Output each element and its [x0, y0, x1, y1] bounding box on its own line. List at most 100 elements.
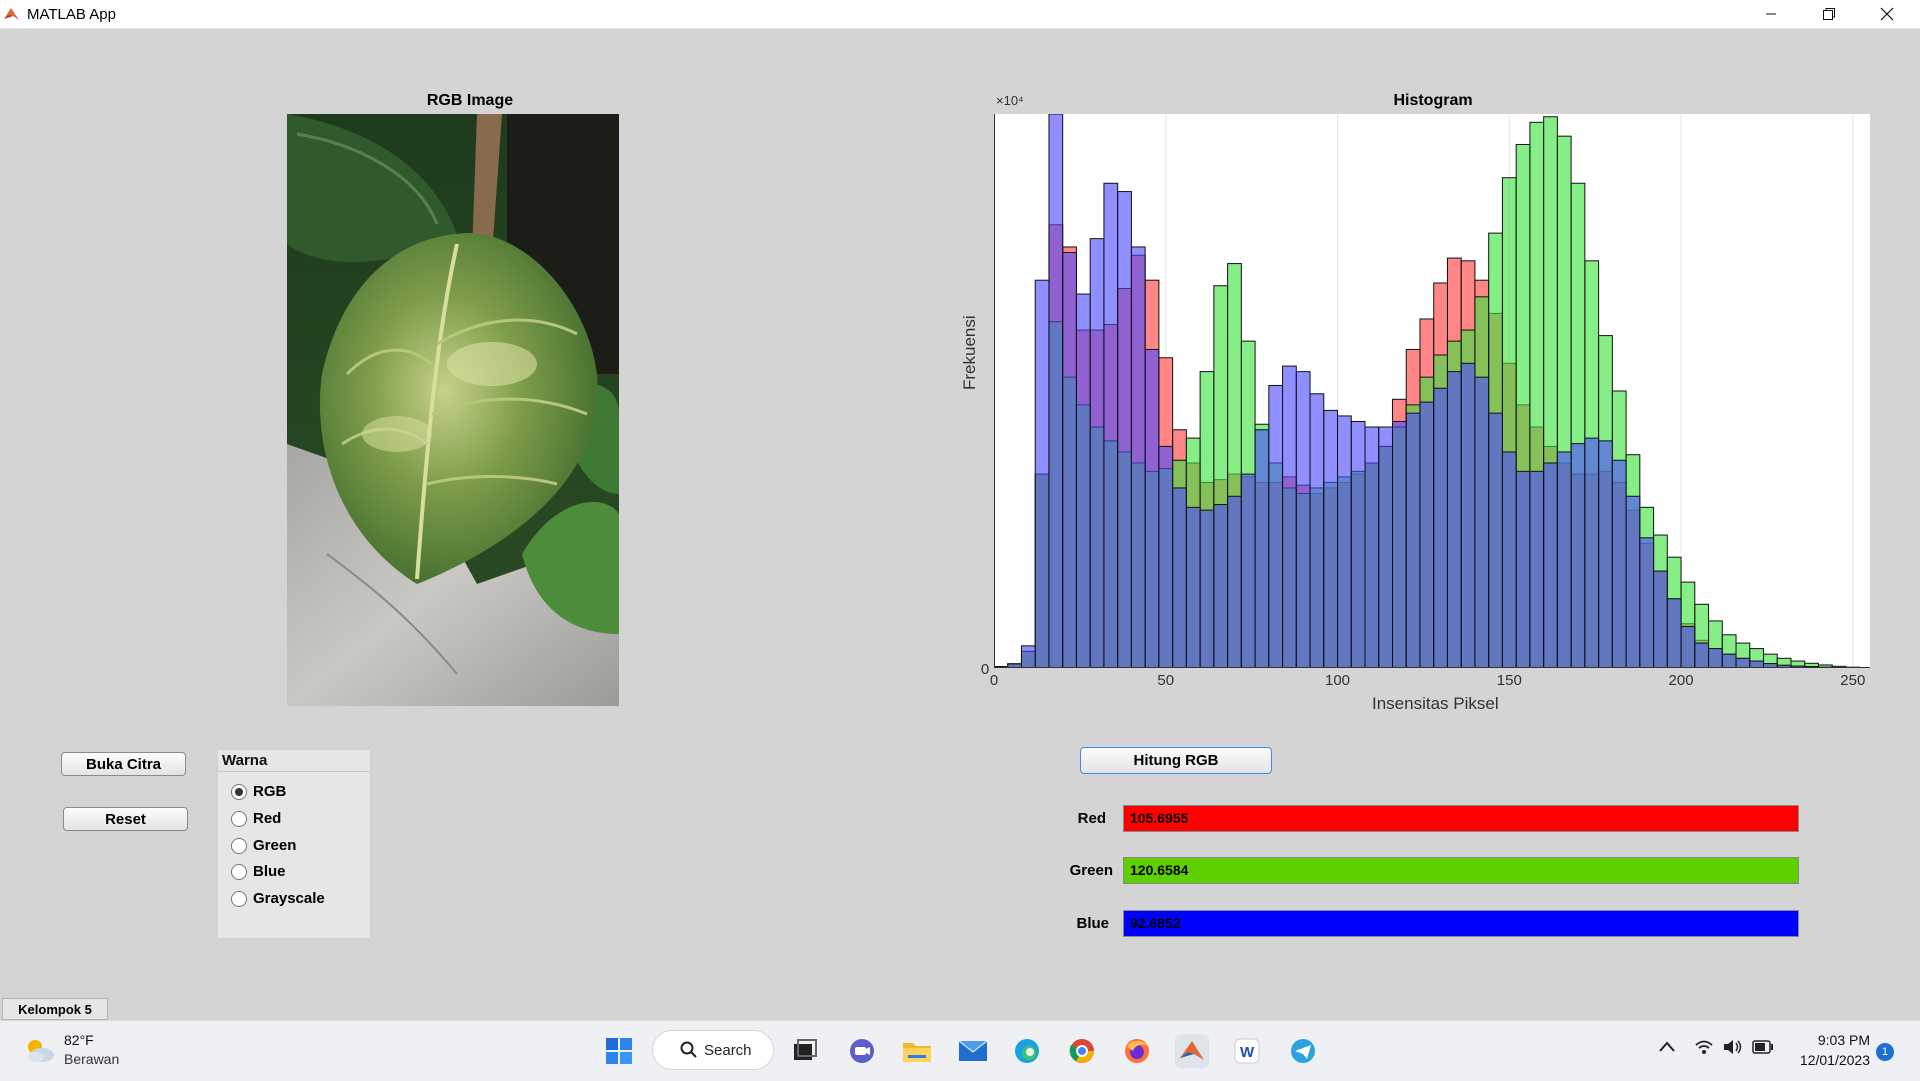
blue-value: 92.6852: [1130, 915, 1181, 931]
histogram-bar: [1626, 496, 1640, 668]
chat-button[interactable]: [845, 1034, 879, 1068]
histogram-bar: [1351, 421, 1365, 668]
matlab-icon: [1178, 1038, 1206, 1064]
histogram-bar: [1324, 410, 1338, 668]
close-icon: [1880, 7, 1894, 21]
compute-rgb-button[interactable]: Hitung RGB: [1080, 747, 1272, 774]
histogram-bar: [1722, 654, 1736, 668]
histogram-bar: [1186, 507, 1200, 668]
histogram-bar: [1420, 402, 1434, 668]
wifi-icon[interactable]: [1694, 1038, 1714, 1061]
red-label: Red: [1026, 810, 1106, 827]
rgb-image-title: RGB Image: [390, 92, 550, 110]
reset-button[interactable]: Reset: [63, 807, 188, 831]
histogram-bar: [1750, 661, 1764, 668]
histogram-bar: [1283, 366, 1297, 668]
x-tick-label: 50: [1157, 672, 1174, 689]
search-icon: [680, 1041, 698, 1059]
folder-icon: [902, 1038, 932, 1064]
histogram-bar: [1392, 421, 1406, 668]
radio-label: Green: [253, 837, 296, 854]
volume-icon[interactable]: [1722, 1038, 1744, 1061]
chrome-button[interactable]: [1065, 1034, 1099, 1068]
minimize-icon: [1765, 8, 1777, 20]
windows-icon: [605, 1037, 633, 1065]
restore-button[interactable]: [1800, 0, 1858, 28]
histogram-bar: [1530, 471, 1544, 668]
histogram-title: Histogram: [1338, 92, 1528, 110]
radio-grayscale[interactable]: Grayscale: [231, 890, 325, 907]
y-axis-label: Frekuensi: [960, 315, 980, 390]
x-axis-label: Insensitas Piksel: [1372, 694, 1499, 714]
matlab-taskbar-button[interactable]: [1175, 1034, 1209, 1068]
histogram-bar: [1090, 239, 1104, 668]
histogram-bar: [1214, 505, 1228, 668]
radio-label: RGB: [253, 783, 286, 800]
histogram-bar: [1406, 413, 1420, 668]
start-button[interactable]: [602, 1034, 636, 1068]
edge-button[interactable]: [1010, 1034, 1044, 1068]
green-value-bar: 120.6584: [1123, 857, 1799, 884]
histogram-bar: [1296, 372, 1310, 668]
histogram-bar: [1571, 444, 1585, 668]
app-w-button[interactable]: W: [1230, 1034, 1264, 1068]
histogram-bar: [1173, 488, 1187, 668]
histogram-bar: [1200, 510, 1214, 668]
histogram-bar: [1681, 626, 1695, 668]
open-image-button[interactable]: Buka Citra: [61, 752, 186, 776]
x-tick-label: 0: [990, 672, 998, 689]
chevron-up-icon[interactable]: [1658, 1039, 1676, 1058]
telegram-button[interactable]: [1286, 1034, 1320, 1068]
x-tick-label: 100: [1325, 672, 1350, 689]
telegram-icon: [1289, 1037, 1317, 1065]
histogram-bar: [1709, 649, 1723, 668]
y-tick-label: 0: [981, 661, 989, 678]
taskbar-search[interactable]: Search: [652, 1030, 774, 1070]
radio-red[interactable]: Red: [231, 810, 281, 827]
green-label: Green: [1033, 862, 1113, 879]
edge-icon: [1013, 1037, 1041, 1065]
radio-indicator: [231, 891, 247, 907]
group-divider: [218, 771, 370, 772]
notification-badge[interactable]: 1: [1876, 1043, 1894, 1061]
histogram-bar: [1131, 247, 1145, 668]
histogram-plot: [994, 114, 1870, 668]
histogram-bar: [1118, 192, 1132, 668]
window-title: MATLAB App: [27, 6, 116, 23]
task-view-icon: [792, 1038, 818, 1064]
mail-button[interactable]: [956, 1034, 990, 1068]
firefox-button[interactable]: [1120, 1034, 1154, 1068]
radio-green[interactable]: Green: [231, 837, 296, 854]
radio-indicator: [231, 864, 247, 880]
radio-label: Red: [253, 810, 281, 827]
radio-blue[interactable]: Blue: [231, 863, 286, 880]
mail-icon: [958, 1040, 988, 1062]
weather-desc[interactable]: Berawan: [64, 1051, 119, 1067]
battery-icon[interactable]: [1752, 1040, 1774, 1059]
task-view-button[interactable]: [788, 1034, 822, 1068]
histogram-bar: [1310, 394, 1324, 668]
radio-indicator: [231, 838, 247, 854]
clock-date[interactable]: 12/01/2023: [1790, 1052, 1870, 1068]
minimize-button[interactable]: [1742, 0, 1800, 28]
histogram-bar: [1557, 452, 1571, 668]
histogram-bar: [1338, 416, 1352, 668]
close-button[interactable]: [1858, 0, 1916, 28]
weather-temp[interactable]: 82°F: [64, 1032, 94, 1048]
histogram-bar: [1434, 388, 1448, 668]
histogram-bar: [1489, 413, 1503, 668]
histogram-bar: [1585, 438, 1599, 668]
clock-time[interactable]: 9:03 PM: [1790, 1032, 1870, 1048]
title-bar: MATLAB App: [0, 0, 1920, 29]
radio-rgb[interactable]: RGB: [231, 783, 286, 800]
histogram-bar: [1104, 183, 1118, 668]
file-explorer-button[interactable]: [900, 1034, 934, 1068]
histogram-bar: [1599, 441, 1613, 668]
firefox-icon: [1123, 1037, 1151, 1065]
status-tab[interactable]: Kelompok 5: [2, 998, 108, 1020]
histogram-bar: [1076, 294, 1090, 668]
histogram-bar: [1145, 349, 1159, 668]
histogram-bar: [1159, 446, 1173, 668]
histogram-bar: [1667, 599, 1681, 668]
radio-label: Grayscale: [253, 890, 325, 907]
